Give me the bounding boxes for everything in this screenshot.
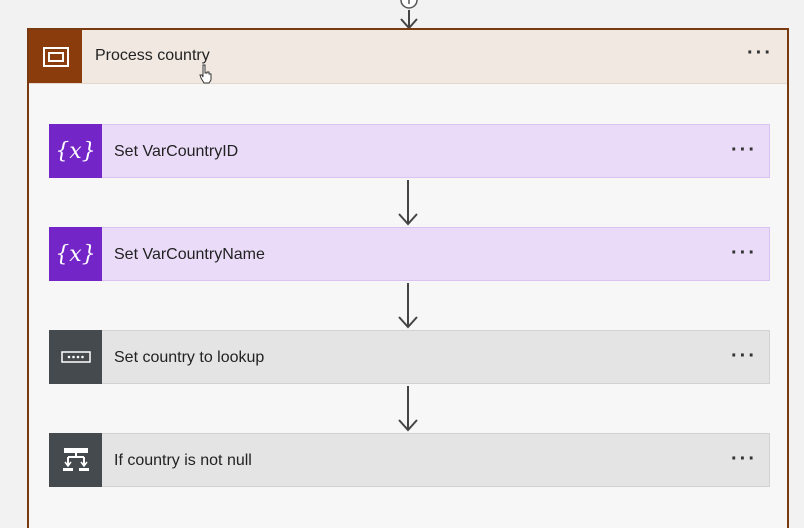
flow-arrow-icon xyxy=(398,386,418,432)
variable-icon: {x} xyxy=(49,124,102,178)
variable-icon: {x} xyxy=(49,227,102,281)
add-step-connector[interactable] xyxy=(392,0,426,30)
flow-arrow-icon xyxy=(398,180,418,226)
action-title: Set VarCountryName xyxy=(114,246,265,263)
action-card-set-country-to-lookup[interactable]: Set country to lookup ··· xyxy=(49,330,770,384)
compose-icon xyxy=(49,330,102,384)
hand-cursor-icon xyxy=(199,64,212,84)
action-title: Set country to lookup xyxy=(114,349,265,366)
more-options-button[interactable]: ··· xyxy=(731,140,757,160)
scope-header[interactable]: Process country ··· xyxy=(29,30,787,84)
scope-process-country: Process country ··· {x} Set VarCountryID… xyxy=(27,28,789,528)
more-options-button[interactable]: ··· xyxy=(731,449,757,469)
scope-more-options-button[interactable]: ··· xyxy=(747,43,773,63)
action-card-set-varcountryname[interactable]: {x} Set VarCountryName ··· xyxy=(49,227,770,281)
condition-icon xyxy=(49,433,102,487)
more-options-button[interactable]: ··· xyxy=(731,346,757,366)
action-title: If country is not null xyxy=(114,452,252,469)
flow-arrow-icon xyxy=(398,283,418,329)
scope-title: Process country xyxy=(95,47,210,64)
action-title: Set VarCountryID xyxy=(114,143,239,160)
action-card-set-varcountryid[interactable]: {x} Set VarCountryID ··· xyxy=(49,124,770,178)
more-options-button[interactable]: ··· xyxy=(731,243,757,263)
action-card-if-country-is-not-null[interactable]: If country is not null ··· xyxy=(49,433,770,487)
scope-icon xyxy=(29,30,82,83)
